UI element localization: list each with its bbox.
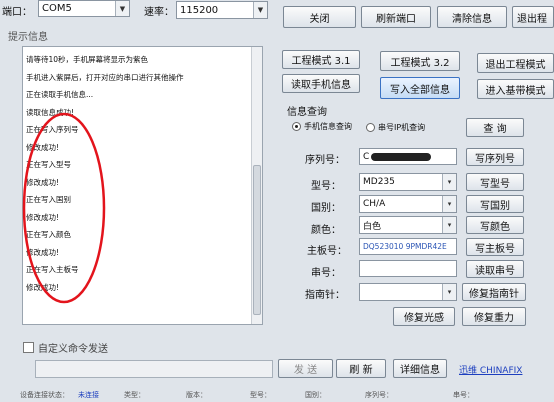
serial-value: C [363, 151, 370, 162]
baud-value: 115200 [180, 4, 219, 16]
status-serial-label: 序列号： [365, 391, 393, 399]
fix-light-sensor-button[interactable]: 修复光感 [393, 307, 455, 326]
model-select[interactable]: MD235 ▾ [359, 173, 457, 191]
imei-field[interactable] [359, 260, 457, 277]
status-connection-value: 未连接 [78, 391, 99, 399]
log-scrollbar[interactable] [251, 47, 262, 324]
exit-eng-mode-button[interactable]: 退出工程模式 [477, 53, 554, 73]
status-model-label: 型号： [250, 391, 271, 399]
read-phone-info-button[interactable]: 读取手机信息 [282, 74, 360, 93]
log-group-title: 提示信息 [8, 32, 48, 43]
query-group-title: 信息查询 [287, 107, 327, 118]
log-line: 正在读取手机信息... [26, 90, 94, 100]
radio-imei-query[interactable]: 串号IP机查询 [366, 122, 425, 133]
enter-baseband-button[interactable]: 进入基带模式 [477, 79, 554, 99]
country-select[interactable]: CH/A ▾ [359, 195, 457, 213]
serial-label: 序列号： [305, 155, 345, 166]
refresh-port-button[interactable]: 刷新端口 [361, 6, 431, 28]
chevron-down-icon: ▼ [253, 2, 267, 18]
radio-phone-query-label: 手机信息查询 [304, 122, 352, 131]
eng-mode-31-button[interactable]: 工程模式 3.1 [282, 50, 360, 69]
chevron-down-icon: ▾ [442, 196, 456, 212]
chevron-down-icon: ▾ [442, 174, 456, 190]
fix-gravity-button[interactable]: 修复重力 [462, 307, 526, 326]
radio-unselected-icon [366, 123, 375, 132]
refresh-button[interactable]: 刷 新 [336, 359, 386, 378]
checkbox-icon [23, 342, 34, 353]
details-button[interactable]: 详细信息 [393, 359, 447, 378]
query-button[interactable]: 查 询 [466, 118, 524, 137]
baud-select[interactable]: 115200 ▼ [176, 1, 268, 19]
port-label: 端口： [2, 7, 32, 18]
fix-compass-button[interactable]: 修复指南针 [462, 283, 526, 301]
write-board-button[interactable]: 写主板号 [466, 238, 524, 256]
port-select[interactable]: COM5 ▼ [38, 0, 130, 17]
status-country-label: 国别： [305, 391, 326, 399]
chevron-down-icon: ▾ [442, 284, 456, 300]
read-imei-button[interactable]: 读取串号 [466, 260, 524, 278]
radio-selected-icon [292, 122, 301, 131]
log-line: 手机进入紫屏后，打开对应的串口进行其他操作 [26, 72, 184, 82]
status-connection-label: 设备连接状态： [20, 391, 69, 399]
model-label: 型号： [311, 181, 341, 192]
chevron-down-icon: ▼ [115, 1, 129, 16]
write-serial-button[interactable]: 写序列号 [466, 148, 524, 166]
log-line: 请等待10秒，手机屏幕将显示为紫色 [26, 55, 149, 65]
write-model-button[interactable]: 写型号 [466, 173, 524, 191]
close-port-button[interactable]: 关闭 [283, 6, 356, 28]
port-value: COM5 [42, 3, 72, 14]
write-color-button[interactable]: 写颜色 [466, 216, 524, 234]
baud-label: 速率： [144, 7, 174, 18]
country-label: 国别： [311, 203, 341, 214]
status-imei-label: 串号： [453, 391, 474, 399]
color-label: 颜色： [311, 225, 341, 236]
write-country-button[interactable]: 写国别 [466, 195, 524, 213]
clear-info-button[interactable]: 清除信息 [437, 6, 507, 28]
annotation-circle [22, 112, 106, 304]
write-all-info-button[interactable]: 写入全部信息 [380, 77, 460, 99]
radio-phone-query[interactable]: 手机信息查询 [292, 121, 352, 132]
radio-imei-query-label: 串号IP机查询 [378, 123, 426, 132]
color-value: 白色 [363, 221, 382, 232]
scrollbar-thumb[interactable] [253, 165, 261, 315]
serial-field[interactable]: C [359, 148, 457, 165]
compass-select[interactable]: ▾ [359, 283, 457, 301]
send-button[interactable]: 发 送 [278, 359, 333, 378]
redaction-mark [371, 152, 432, 161]
chevron-down-icon: ▾ [442, 217, 456, 233]
board-field[interactable]: DQ523010 9PMDR42E [359, 238, 457, 255]
color-select[interactable]: 白色 ▾ [359, 216, 457, 234]
exit-program-button[interactable]: 退出程 [512, 6, 554, 28]
custom-cmd-checkbox[interactable]: 自定义命令发送 [23, 340, 108, 355]
country-value: CH/A [363, 199, 386, 209]
status-bar: 设备连接状态： 未连接 类型： 版本： 型号： 国别： 序列号： 串号： [20, 388, 554, 402]
status-type-label: 类型： [124, 391, 145, 399]
compass-label: 指南针： [305, 290, 345, 301]
imei-label: 串号： [311, 268, 341, 279]
chinafix-link[interactable]: 迅维 CHINAFIX [459, 363, 522, 376]
board-label: 主板号： [307, 246, 347, 257]
custom-cmd-input[interactable] [35, 360, 273, 378]
model-value: MD235 [363, 177, 395, 187]
status-version-label: 版本： [186, 391, 207, 399]
eng-mode-32-button[interactable]: 工程模式 3.2 [380, 51, 460, 71]
custom-cmd-label: 自定义命令发送 [38, 344, 108, 355]
